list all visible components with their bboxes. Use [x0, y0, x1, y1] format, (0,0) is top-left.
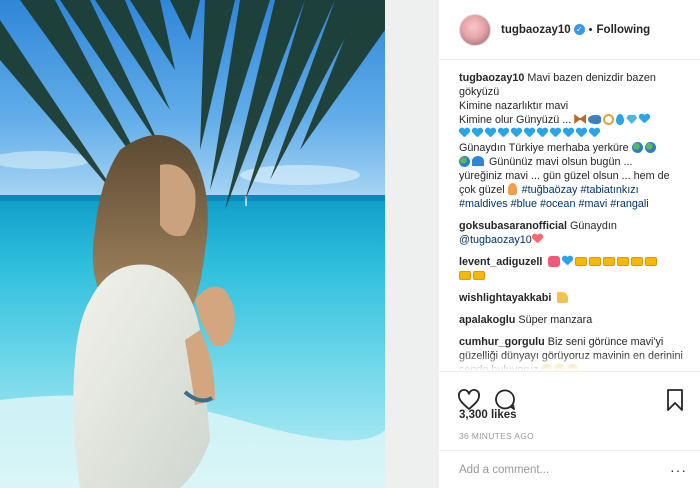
heart-outline-icon[interactable] [457, 388, 481, 412]
beach-photo-illustration [0, 0, 385, 488]
yellow-badge-icon [589, 257, 602, 266]
caption: tugbaozay10 Mavi bazen denizdir bazen gök… [459, 71, 685, 211]
globe-icon [631, 142, 643, 153]
comment-mention[interactable]: @tugbaozay10 [459, 234, 532, 246]
comment-item: wishlightayakkabi [459, 291, 685, 305]
post-photo[interactable] [0, 0, 385, 488]
likes-count[interactable]: 3,300 likes [459, 409, 517, 421]
blue-heart-icon [511, 128, 522, 138]
yellow-badge-icon [631, 257, 644, 266]
blue-heart-icon [485, 128, 496, 138]
comments-list: tugbaozay10 Mavi bazen denizdir bazen gök… [439, 61, 700, 371]
comments-fade [439, 353, 700, 371]
caption-username[interactable]: tugbaozay10 [459, 72, 524, 84]
blue-heart-icon [472, 128, 483, 138]
separator-dot: • [588, 23, 593, 36]
comment-username[interactable]: cumhur_gorgulu [459, 336, 545, 348]
ellipsis-icon[interactable]: ··· [670, 462, 687, 478]
caption-line-5: Gününüz mavi olsun bugün ... [489, 156, 633, 168]
post-timestamp[interactable]: 36 MINUTES AGO [459, 431, 534, 441]
comment-username[interactable]: wishlightayakkabi [459, 292, 551, 304]
comment-text: Günaydın [570, 220, 617, 232]
yellow-badge-icon [645, 257, 658, 266]
droplet-icon [616, 114, 625, 125]
heart-letter-icon [548, 256, 561, 267]
snail-icon [603, 114, 615, 125]
blue-heart-icon [562, 256, 573, 266]
blue-heart-icon [639, 114, 650, 124]
person-icon [507, 183, 517, 195]
comment-bubble-icon[interactable] [493, 388, 517, 412]
gem-icon [626, 115, 638, 124]
blue-heart-icon [550, 128, 561, 138]
post-photo-area [0, 0, 438, 488]
comment-username[interactable]: apalakoglu [459, 314, 515, 326]
caption-line-4: Günaydın Türkiye merhaba yerküre [459, 142, 629, 154]
comment-username[interactable]: levent_adiguzell [459, 256, 542, 268]
blue-heart-icon [563, 128, 574, 138]
yellow-badge-icon [459, 271, 471, 280]
blue-heart-icon [498, 128, 509, 138]
photo-gutter [385, 0, 438, 488]
globe-icon [459, 156, 470, 167]
blue-heart-icon [589, 128, 600, 138]
comment-username[interactable]: goksubasaranofficial [459, 220, 567, 232]
blue-heart-icon [459, 128, 470, 138]
caption-line-3: Kimine olur Günyüzü ... [459, 114, 572, 126]
globe-icon [644, 142, 656, 153]
fish-icon [588, 115, 602, 124]
caption-line-2: Kimine nazarlıktır mavi [459, 100, 569, 112]
avatar[interactable] [459, 13, 491, 46]
butterfly-icon [574, 114, 587, 124]
add-comment-input[interactable] [459, 463, 659, 476]
comment-item: apalakoglu Süper manzara [459, 313, 685, 327]
comment-item: levent_adiguzell [459, 255, 685, 283]
thumbs-up-icon [557, 292, 569, 303]
yellow-badge-icon [473, 271, 485, 280]
comment-item: goksubasaranofficial Günaydın @tugbaozay1… [459, 219, 685, 247]
blue-heart-icon [537, 128, 548, 138]
bookmark-icon[interactable] [663, 388, 687, 412]
yellow-badge-icon [575, 257, 588, 266]
verified-badge-icon: ✓ [573, 24, 585, 35]
blue-heart-icon [524, 128, 535, 138]
red-heart-icon [532, 234, 543, 244]
following-button[interactable]: Following [597, 24, 651, 36]
comment-text: Süper manzara [518, 314, 593, 326]
header-username[interactable]: tugbaozay10 [501, 24, 571, 36]
post-side-panel: tugbaozay10 ✓ • Following tugbaozay10 Mav… [438, 0, 700, 488]
add-comment-bar: ··· [439, 450, 700, 488]
blue-heart-icon [576, 128, 587, 138]
yellow-badge-icon [617, 257, 630, 266]
wave-icon [472, 156, 484, 166]
post-header: tugbaozay10 ✓ • Following [439, 0, 700, 60]
yellow-badge-icon [603, 257, 616, 266]
